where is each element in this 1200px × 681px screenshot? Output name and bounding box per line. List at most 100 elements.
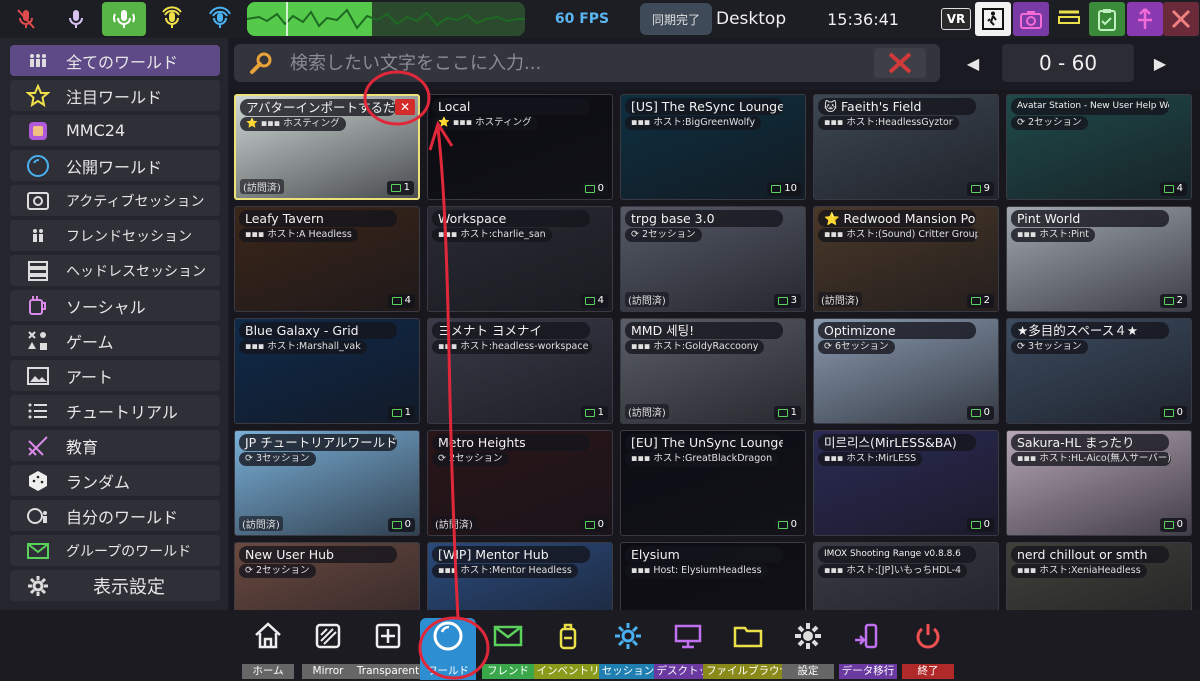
- world-card[interactable]: Avatar Station - New User Help World ⟳ 2セ…: [1006, 94, 1192, 200]
- dock-session-gear-button[interactable]: セッション: [598, 618, 658, 680]
- sidebar-item-game-shapes[interactable]: ゲーム: [10, 325, 220, 356]
- users-icon: [391, 409, 402, 417]
- world-title: Optimizone: [818, 322, 976, 339]
- world-title: 🐱 Faeith's Field: [818, 98, 976, 115]
- sidebar-item-all-worlds[interactable]: 全てのワールド: [10, 45, 220, 76]
- user-count-badge: 10: [767, 182, 801, 196]
- world-card[interactable]: Optimizone ⟳ 6セッション 0: [813, 318, 999, 424]
- sidebar-item-star[interactable]: 注目ワールド: [10, 80, 220, 111]
- dock-label: フレンド: [482, 664, 534, 679]
- sidebar-item-label: アクティブセッション: [66, 193, 205, 210]
- settings-gear-icon: [792, 618, 824, 656]
- world-card[interactable]: 미르리스(MirLESS&BA) ▪▪▪ ホスト:MirLESS 0: [813, 430, 999, 536]
- gear-icon: [10, 570, 66, 601]
- world-card[interactable]: New User Hub ⟳ 2セッション: [234, 542, 420, 610]
- world-card[interactable]: Leafy Tavern ▪▪▪ ホスト:A Headless 4: [234, 206, 420, 312]
- world-card[interactable]: Elysium ▪▪▪ Host: ElysiumHeadless: [620, 542, 806, 610]
- world-card[interactable]: ヨメナト ヨメナイ ▪▪▪ ホスト:headless-workspace 1: [427, 318, 613, 424]
- mic-muted-icon[interactable]: [6, 2, 46, 36]
- dock-folder-button[interactable]: ファイルブラウザ: [703, 618, 793, 680]
- sidebar-item-my-world[interactable]: 自分のワールド: [10, 500, 220, 531]
- world-host: ▪▪▪ ホスト:BigGreenWolfy: [625, 116, 762, 130]
- dock-transparent-button[interactable]: Transparent: [353, 618, 423, 680]
- world-card[interactable]: Metro Heights ⟳ 2セッション (訪問済) 0: [427, 430, 613, 536]
- clipboard-icon[interactable]: [1089, 2, 1125, 36]
- sidebar-item-friend-session[interactable]: フレンドセッション: [10, 220, 220, 251]
- mic-shout-icon[interactable]: [152, 2, 192, 36]
- sidebar-item-mail[interactable]: グループのワールド: [10, 535, 220, 566]
- dock-world-button[interactable]: ワールド: [420, 618, 476, 680]
- world-title: ヨメナト ヨメナイ: [432, 322, 590, 339]
- world-title: Metro Heights: [432, 434, 590, 451]
- clear-search-button[interactable]: [874, 48, 926, 78]
- sidebar-item-label: MMC24: [66, 121, 126, 140]
- dock-mirror-button[interactable]: Mirror: [300, 618, 356, 680]
- fork-icon[interactable]: [1127, 2, 1163, 36]
- user-count-badge: 0: [387, 518, 415, 532]
- world-card[interactable]: nerd chillout or smth ▪▪▪ ホスト:XeniaHeadle…: [1006, 542, 1192, 610]
- world-title: Avatar Station - New User Help World: [1011, 98, 1169, 115]
- world-card[interactable]: [EU] The UnSync Lounge ▪▪▪ ホスト:GreatBlack…: [620, 430, 806, 536]
- world-card[interactable]: ★多目的スペース４★ ⟳ 3セッション 0: [1006, 318, 1192, 424]
- prev-page-button[interactable]: ◀: [956, 46, 990, 80]
- sidebar-item-server[interactable]: ヘッドレスセッション: [10, 255, 220, 286]
- dash-icon[interactable]: [1051, 2, 1087, 36]
- home-icon: [252, 618, 284, 656]
- next-page-button[interactable]: ▶: [1143, 46, 1177, 80]
- world-card[interactable]: Pint World ▪▪▪ ホスト:Pint 2: [1006, 206, 1192, 312]
- world-card[interactable]: MMD 세팅! ▪▪▪ ホスト:GoldyRaccoony (訪問済) 1: [620, 318, 806, 424]
- vr-toggle-button[interactable]: VR: [941, 8, 971, 30]
- user-count: 0: [983, 407, 990, 418]
- sidebar-item-mmc[interactable]: MMC24: [10, 115, 220, 146]
- user-count-badge: 0: [773, 518, 801, 532]
- dock-settings-gear-button[interactable]: 設定: [780, 618, 836, 680]
- dock-inventory-button[interactable]: インベントリ: [533, 618, 603, 680]
- public-world-icon: [10, 150, 66, 181]
- sidebar-item-social-mug[interactable]: ソーシャル: [10, 290, 220, 321]
- world-host: ▪▪▪ ホスト:GreatBlackDragon: [625, 452, 779, 466]
- users-icon: [391, 521, 402, 529]
- world-card[interactable]: Sakura-HL まったり ▪▪▪ ホスト:HL-Aico(無人サーバー) 0: [1006, 430, 1192, 536]
- sidebar-item-label: ヘッドレスセッション: [66, 263, 206, 280]
- world-title: Blue Galaxy - Grid: [239, 322, 397, 339]
- exit-person-icon[interactable]: [975, 2, 1011, 36]
- world-card[interactable]: ⭐ Redwood Mansion Pool ▪▪▪ ホスト:(Sound) Cr…: [813, 206, 999, 312]
- world-host: ▪▪▪ ホスト:[JP]いもっちHDL-4: [818, 564, 968, 578]
- world-host: ▪▪▪ ホスト:HL-Aico(無人サーバー): [1011, 452, 1171, 466]
- user-count: 1: [404, 407, 411, 418]
- dock-power-button[interactable]: 終了: [900, 618, 956, 680]
- category-sidebar: 全てのワールド 注目ワールド MMC24 公開ワールドアクティブセッションフレンドセッ…: [0, 38, 228, 610]
- search-input[interactable]: [290, 48, 850, 78]
- world-title: IMOX Shooting Range v0.8.8.6: [818, 546, 976, 563]
- sidebar-item-education[interactable]: 教育: [10, 430, 220, 461]
- sidebar-item-public-world[interactable]: 公開ワールド: [10, 150, 220, 181]
- world-card[interactable]: [US] The ReSync Lounge ▪▪▪ ホスト:BigGreenWo…: [620, 94, 806, 200]
- mic-normal-icon[interactable]: [102, 2, 146, 36]
- sidebar-item-gear[interactable]: 表示設定: [10, 570, 220, 601]
- sidebar-item-picture[interactable]: アート: [10, 360, 220, 391]
- world-card[interactable]: Local ⭐ ▪▪▪ ホスティング 0: [427, 94, 613, 200]
- dock-home-button[interactable]: ホーム: [240, 618, 296, 680]
- world-host: ▪▪▪ ホスト:Mentor Headless: [432, 564, 578, 578]
- world-card[interactable]: 🐱 Faeith's Field ▪▪▪ ホスト:HeadlessGyztor 9: [813, 94, 999, 200]
- close-icon[interactable]: [1163, 2, 1199, 36]
- mic-broadcast-icon[interactable]: [200, 2, 240, 36]
- sidebar-item-active-session[interactable]: アクティブセッション: [10, 185, 220, 216]
- users-icon: [584, 185, 595, 193]
- dock-data-migrate-button[interactable]: データ移行: [838, 618, 898, 680]
- world-card[interactable]: Blue Galaxy - Grid ▪▪▪ ホスト:Marshall_vak 1: [234, 318, 420, 424]
- sidebar-item-dice[interactable]: ランダム: [10, 465, 220, 496]
- world-host: ▪▪▪ ホスト:HeadlessGyztor: [818, 116, 959, 130]
- world-card[interactable]: [WIP] Mentor Hub ▪▪▪ ホスト:Mentor Headless: [427, 542, 613, 610]
- mic-whisper-icon[interactable]: [56, 2, 96, 36]
- world-card[interactable]: IMOX Shooting Range v0.8.8.6 ▪▪▪ ホスト:[JP]…: [813, 542, 999, 610]
- world-card[interactable]: JP チュートリアルワールド Resonite⟳ 3セッション (訪問済) 0: [234, 430, 420, 536]
- world-card[interactable]: Workspace ▪▪▪ ホスト:charlie_san 4: [427, 206, 613, 312]
- camera-icon[interactable]: [1013, 2, 1049, 36]
- sidebar-item-tutorial-list[interactable]: チュートリアル: [10, 395, 220, 426]
- dock-friend-mail-button[interactable]: フレンド: [480, 618, 536, 680]
- close-card-button[interactable]: ✕: [395, 99, 415, 115]
- world-card[interactable]: アバターインポートするだけのワールド⭐ ▪▪▪ ホスティング (訪問済) 1 ✕: [234, 94, 420, 200]
- users-icon: [584, 409, 595, 417]
- world-card[interactable]: trpg base 3.0 ⟳ 2セッション (訪問済) 3: [620, 206, 806, 312]
